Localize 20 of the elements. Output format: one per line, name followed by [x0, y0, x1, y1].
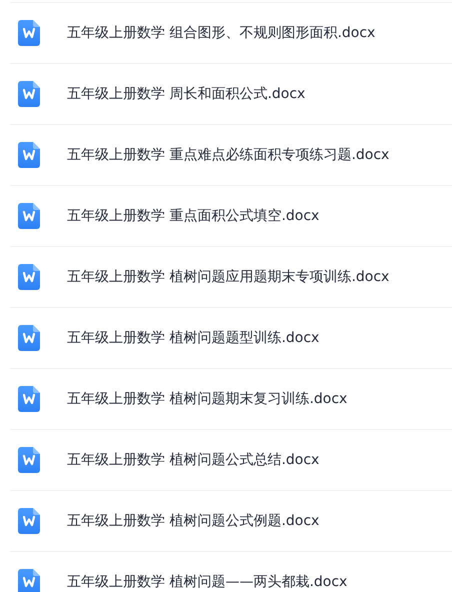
file-name[interactable]: 五年级上册数学 植树问题题型训练.docx	[67, 329, 320, 347]
file-name[interactable]: 五年级上册数学 周长和面积公式.docx	[67, 85, 306, 103]
word-document-icon	[18, 264, 40, 290]
word-document-icon	[18, 386, 40, 412]
word-document-icon	[18, 447, 40, 473]
file-name[interactable]: 五年级上册数学 重点面积公式填空.docx	[67, 207, 320, 225]
file-name[interactable]: 五年级上册数学 重点难点必练面积专项练习题.docx	[67, 146, 390, 164]
word-document-icon	[18, 508, 40, 534]
file-name[interactable]: 五年级上册数学 植树问题——两头都栽.docx	[67, 573, 348, 591]
file-name[interactable]: 五年级上册数学 植树问题期末复习训练.docx	[67, 390, 348, 408]
word-document-icon	[18, 203, 40, 229]
word-document-icon	[18, 569, 40, 592]
word-document-icon	[18, 20, 40, 46]
word-document-icon	[18, 325, 40, 351]
file-name[interactable]: 五年级上册数学 植树问题公式总结.docx	[67, 451, 320, 469]
file-name[interactable]: 五年级上册数学 植树问题公式例题.docx	[67, 512, 320, 530]
word-document-icon	[18, 142, 40, 168]
file-name[interactable]: 五年级上册数学 组合图形、不规则图形面积.docx	[67, 24, 376, 42]
word-document-icon	[18, 81, 40, 107]
file-name[interactable]: 五年级上册数学 植树问题应用题期末专项训练.docx	[67, 268, 390, 286]
